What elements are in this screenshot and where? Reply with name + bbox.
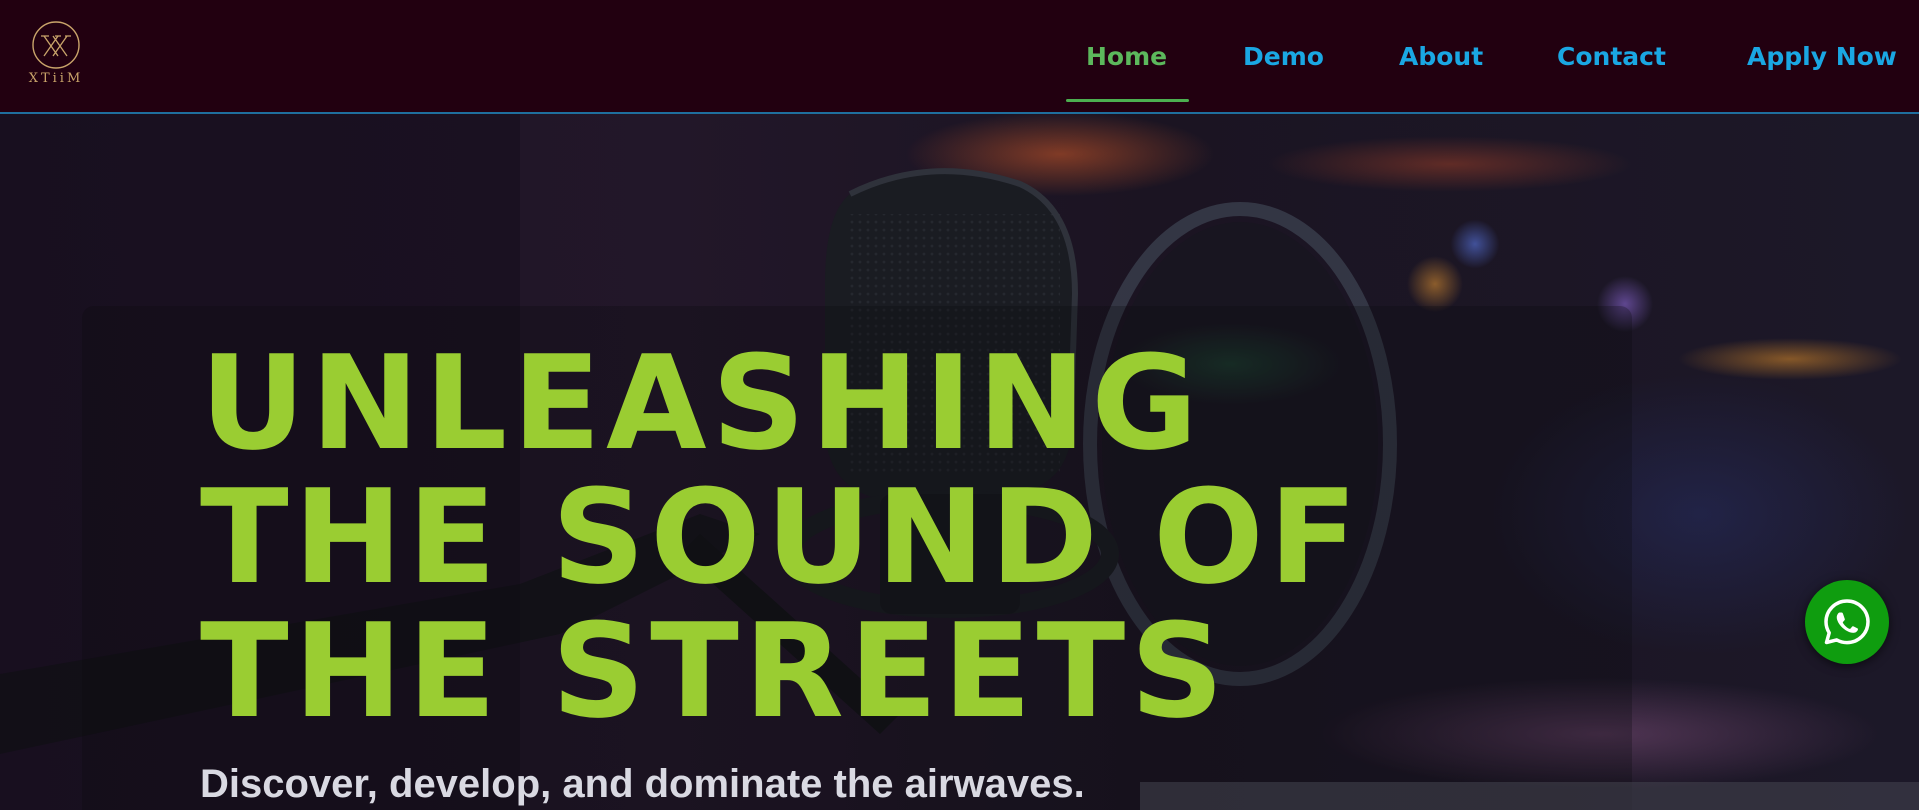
nav-link-apply-now[interactable]: Apply Now bbox=[1747, 42, 1897, 71]
whatsapp-chat-button[interactable] bbox=[1805, 580, 1889, 664]
section-divider-strip bbox=[1140, 782, 1919, 810]
whatsapp-icon bbox=[1824, 599, 1870, 645]
hero-headline-line-3: THE STREETS bbox=[200, 595, 1229, 747]
xtiim-monogram-icon bbox=[32, 21, 80, 69]
nav-active-underline bbox=[1066, 99, 1189, 102]
nav-link-contact[interactable]: Contact bbox=[1557, 42, 1666, 71]
nav-link-about[interactable]: About bbox=[1399, 42, 1483, 71]
nav-home-container: Home bbox=[1066, 0, 1189, 102]
hero-headline-line-1: UNLEASHING bbox=[200, 327, 1203, 479]
nav-link-home[interactable]: Home bbox=[1086, 42, 1167, 71]
brand-name: XTiiM bbox=[28, 71, 84, 86]
hero-headline-line-2: THE SOUND OF bbox=[200, 461, 1363, 613]
hero-headline: UNLEASHING THE SOUND OF THE STREETS bbox=[200, 336, 1363, 738]
hero-subtitle: Discover, develop, and dominate the airw… bbox=[200, 762, 1085, 806]
top-navbar: XTiiM Home Demo About Contact Apply Now bbox=[0, 0, 1919, 114]
hero-section: UNLEASHING THE SOUND OF THE STREETS bbox=[0, 114, 1919, 810]
nav-link-demo[interactable]: Demo bbox=[1243, 42, 1324, 71]
brand-logo[interactable]: XTiiM bbox=[20, 20, 92, 90]
